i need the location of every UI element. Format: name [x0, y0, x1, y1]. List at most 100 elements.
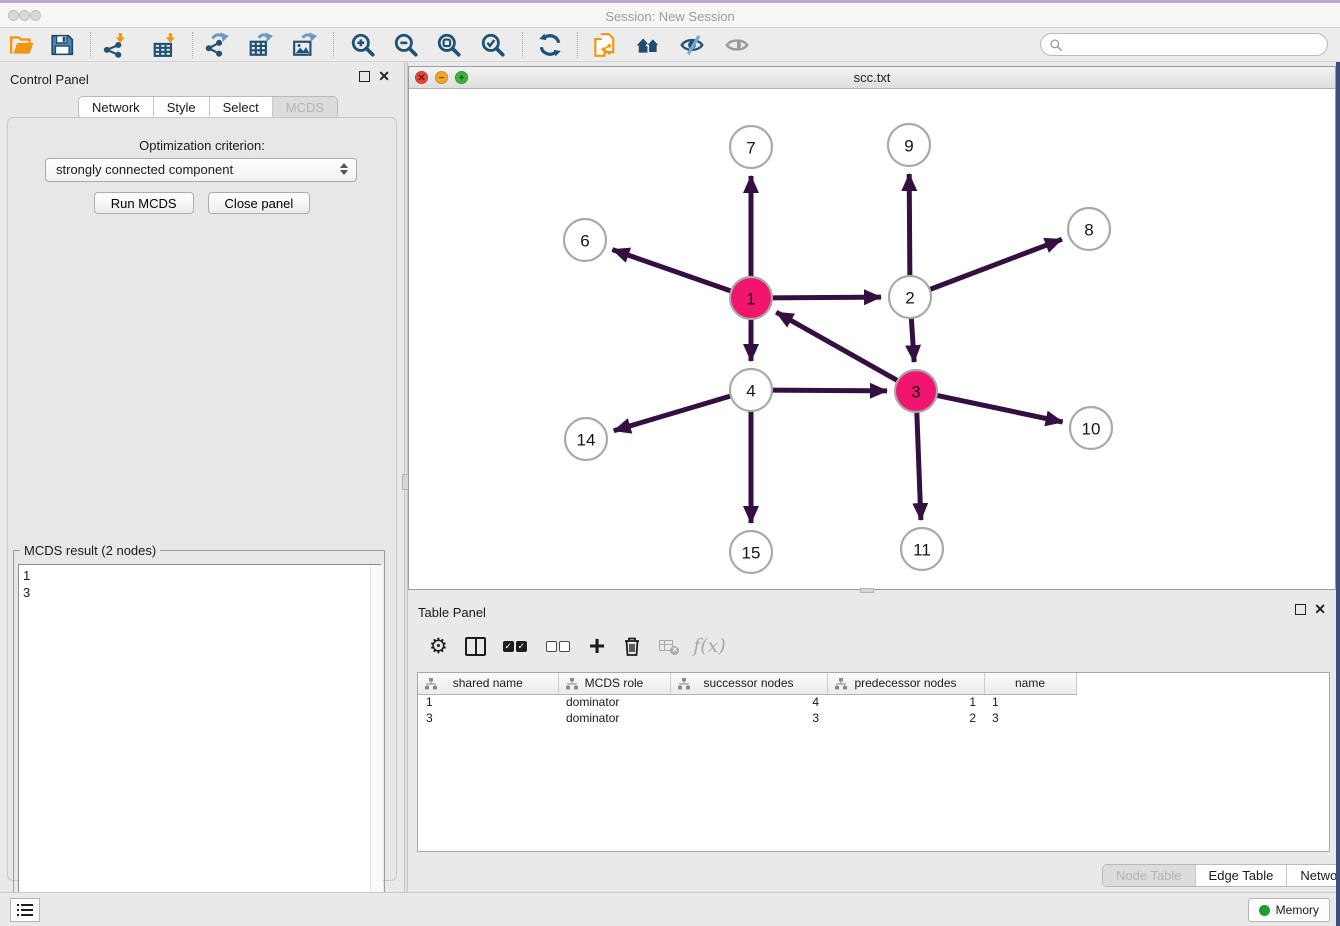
graph-edge-3-11[interactable] — [917, 410, 921, 520]
clone-network-icon[interactable] — [591, 32, 617, 58]
chevron-up-down-icon — [340, 163, 348, 175]
app-titlebar: Session: New Session — [0, 3, 1340, 28]
tab-style[interactable]: Style — [154, 97, 210, 118]
import-table-icon[interactable] — [152, 32, 178, 58]
show-hidden-icon-disabled — [724, 32, 750, 58]
zoom-fit-icon[interactable] — [436, 32, 462, 58]
run-mcds-button[interactable]: Run MCDS — [94, 192, 194, 214]
add-column-icon[interactable]: + — [589, 636, 605, 656]
table-toolbar: ⚙ ✓✓ + ✕ f(x) — [417, 625, 1330, 667]
graph-edge-1-2[interactable] — [770, 297, 881, 298]
delete-column-icon[interactable] — [622, 635, 642, 657]
memory-button[interactable]: Memory — [1248, 898, 1330, 922]
search-input[interactable] — [1067, 38, 1327, 52]
graph-edge-4-14[interactable] — [614, 395, 733, 430]
search-field[interactable] — [1040, 33, 1328, 56]
graph-edge-3-1[interactable] — [776, 312, 899, 381]
mcds-result-textarea[interactable]: 1 3 — [18, 564, 381, 925]
deselect-all-icon[interactable] — [546, 641, 572, 652]
network-window-titlebar[interactable]: ✕ − + scc.txt — [409, 67, 1335, 89]
table-options-icon[interactable]: ⚙ — [429, 636, 448, 657]
network-view-window: ✕ − + scc.txt 7968124314101511 — [408, 66, 1336, 590]
tab-network[interactable]: Network — [79, 97, 154, 118]
network-graph[interactable]: 7968124314101511 — [409, 89, 1335, 589]
graph-edge-1-6[interactable] — [612, 250, 733, 292]
toolbar-separator — [522, 32, 523, 58]
result-scrollbar[interactable] — [370, 565, 383, 924]
task-history-button[interactable] — [10, 898, 40, 922]
graph-node-label-8: 8 — [1084, 221, 1093, 240]
graph-node-label-1: 1 — [746, 290, 755, 309]
graph-node-label-14: 14 — [577, 431, 596, 450]
search-icon — [1049, 38, 1063, 52]
status-bar: Memory — [0, 892, 1340, 926]
mcds-result-title: MCDS result (2 nodes) — [20, 543, 160, 558]
export-network-icon[interactable] — [205, 32, 231, 58]
close-panel-button[interactable]: Close panel — [208, 192, 311, 214]
app-title: Session: New Session — [0, 9, 1340, 24]
main-toolbar — [0, 28, 1340, 62]
select-all-icon[interactable]: ✓✓ — [503, 641, 529, 652]
column-header-predecessor-nodes[interactable]: predecessor nodes — [827, 673, 984, 694]
graph-edge-3-10[interactable] — [935, 395, 1063, 422]
control-panel-close-icon[interactable]: ✕ — [378, 71, 390, 82]
graph-node-label-2: 2 — [905, 289, 914, 308]
memory-label: Memory — [1276, 903, 1319, 917]
table-panel-close-icon[interactable]: ✕ — [1314, 604, 1326, 615]
save-session-icon[interactable] — [49, 32, 75, 58]
graph-edge-2-9[interactable] — [909, 174, 910, 278]
network-window-title: scc.txt — [409, 70, 1335, 85]
toolbar-separator — [333, 32, 334, 58]
tab-edge-table[interactable]: Edge Table — [1196, 865, 1288, 886]
mcds-tab-panel: Optimization criterion: strongly connect… — [7, 117, 397, 881]
graph-node-label-11: 11 — [913, 541, 931, 560]
graph-node-label-3: 3 — [911, 383, 920, 402]
column-type-icon — [678, 678, 690, 693]
delete-table-icon-disabled: ✕ — [659, 640, 676, 652]
zoom-out-icon[interactable] — [393, 32, 419, 58]
column-header-successor-nodes[interactable]: successor nodes — [670, 673, 827, 694]
tab-select[interactable]: Select — [210, 97, 273, 118]
control-panel: Control Panel ✕ Network Style Select MCD… — [0, 62, 404, 892]
graph-edge-4-3[interactable] — [770, 390, 887, 391]
column-header-mcds-role[interactable]: MCDS role — [558, 673, 670, 694]
zoom-in-icon[interactable] — [350, 32, 376, 58]
mcds-result-group: MCDS result (2 nodes) 1 3 — [13, 550, 385, 926]
control-panel-title: Control Panel — [10, 72, 89, 87]
control-panel-float-icon[interactable] — [359, 71, 370, 82]
graph-node-label-9: 9 — [904, 137, 913, 156]
toolbar-separator — [90, 32, 91, 58]
graph-edge-2-8[interactable] — [928, 239, 1062, 290]
open-session-icon[interactable] — [9, 32, 35, 58]
horizontal-splitter-handle[interactable] — [860, 588, 874, 593]
split-panel-icon[interactable] — [465, 637, 486, 656]
column-type-icon — [566, 678, 578, 693]
export-image-icon[interactable] — [292, 32, 318, 58]
function-builder-icon-disabled: f(x) — [693, 635, 726, 657]
zoom-selected-icon[interactable] — [480, 32, 506, 58]
table-panel-float-icon[interactable] — [1295, 604, 1306, 615]
graph-edge-2-3[interactable] — [911, 316, 914, 362]
table-tabs: Node Table Edge Table Network Table Moti… — [1102, 864, 1340, 887]
memory-status-icon — [1259, 905, 1270, 916]
column-header-shared-name[interactable]: shared name — [418, 673, 558, 694]
column-header-name[interactable]: name — [984, 673, 1076, 694]
home-icon[interactable] — [635, 32, 661, 58]
optimization-criterion-select[interactable]: strongly connected component — [45, 158, 357, 182]
table-panel: Table Panel ✕ ⚙ ✓✓ + ✕ f(x) shared name … — [408, 595, 1336, 890]
table-row[interactable]: 3 dominator 3 2 3 — [418, 710, 1076, 726]
export-table-icon[interactable] — [248, 32, 274, 58]
tab-mcds[interactable]: MCDS — [273, 97, 337, 118]
column-type-icon — [425, 678, 437, 693]
toolbar-separator — [192, 32, 193, 58]
dropdown-selected-value: strongly connected component — [56, 162, 233, 177]
import-network-icon[interactable] — [102, 32, 128, 58]
tab-network-table[interactable]: Network Table — [1287, 865, 1340, 886]
table-row[interactable]: 1 dominator 4 1 1 — [418, 694, 1076, 710]
node-table: shared name MCDS role successor nodes pr… — [417, 672, 1330, 852]
tab-node-table[interactable]: Node Table — [1103, 865, 1196, 886]
hide-selected-icon[interactable] — [679, 32, 705, 58]
graph-node-label-15: 15 — [742, 544, 761, 563]
table-header-row: shared name MCDS role successor nodes pr… — [418, 673, 1076, 694]
apply-layout-icon[interactable] — [537, 32, 563, 58]
